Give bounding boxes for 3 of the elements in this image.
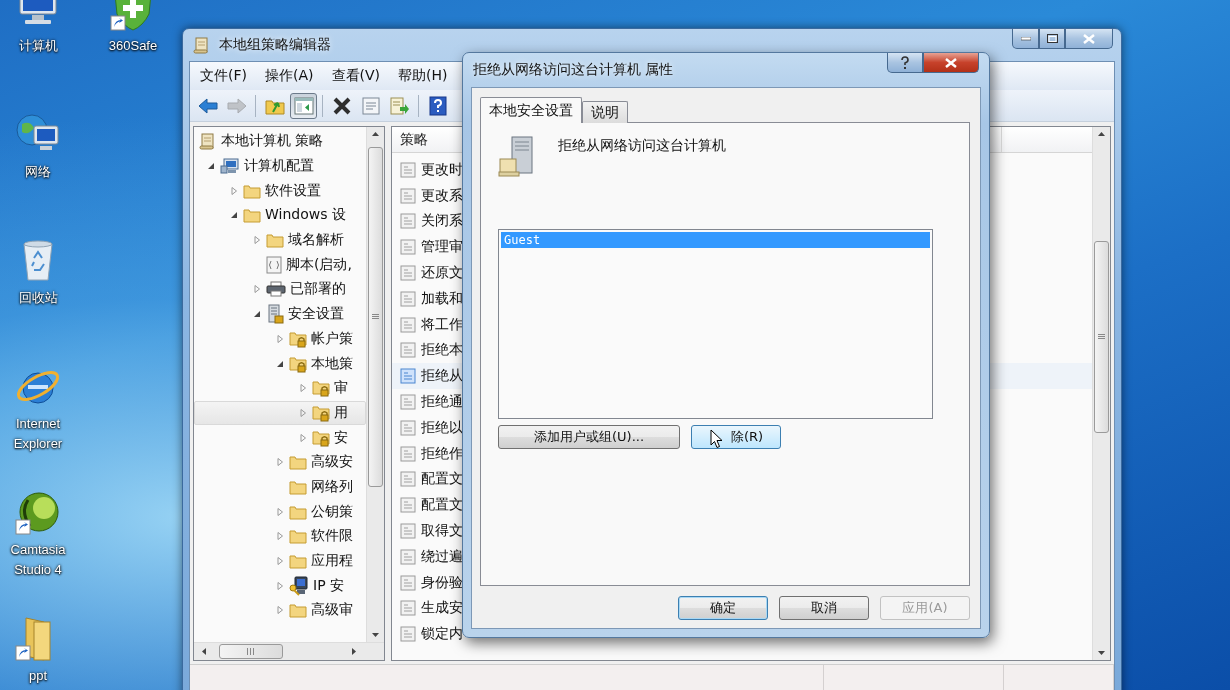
- dialog-title: 拒绝从网络访问这台计算机 属性: [473, 61, 674, 79]
- window-title: 本地组策略编辑器: [219, 36, 331, 54]
- policy-heading: 拒绝从网络访问这台计算机: [558, 137, 726, 155]
